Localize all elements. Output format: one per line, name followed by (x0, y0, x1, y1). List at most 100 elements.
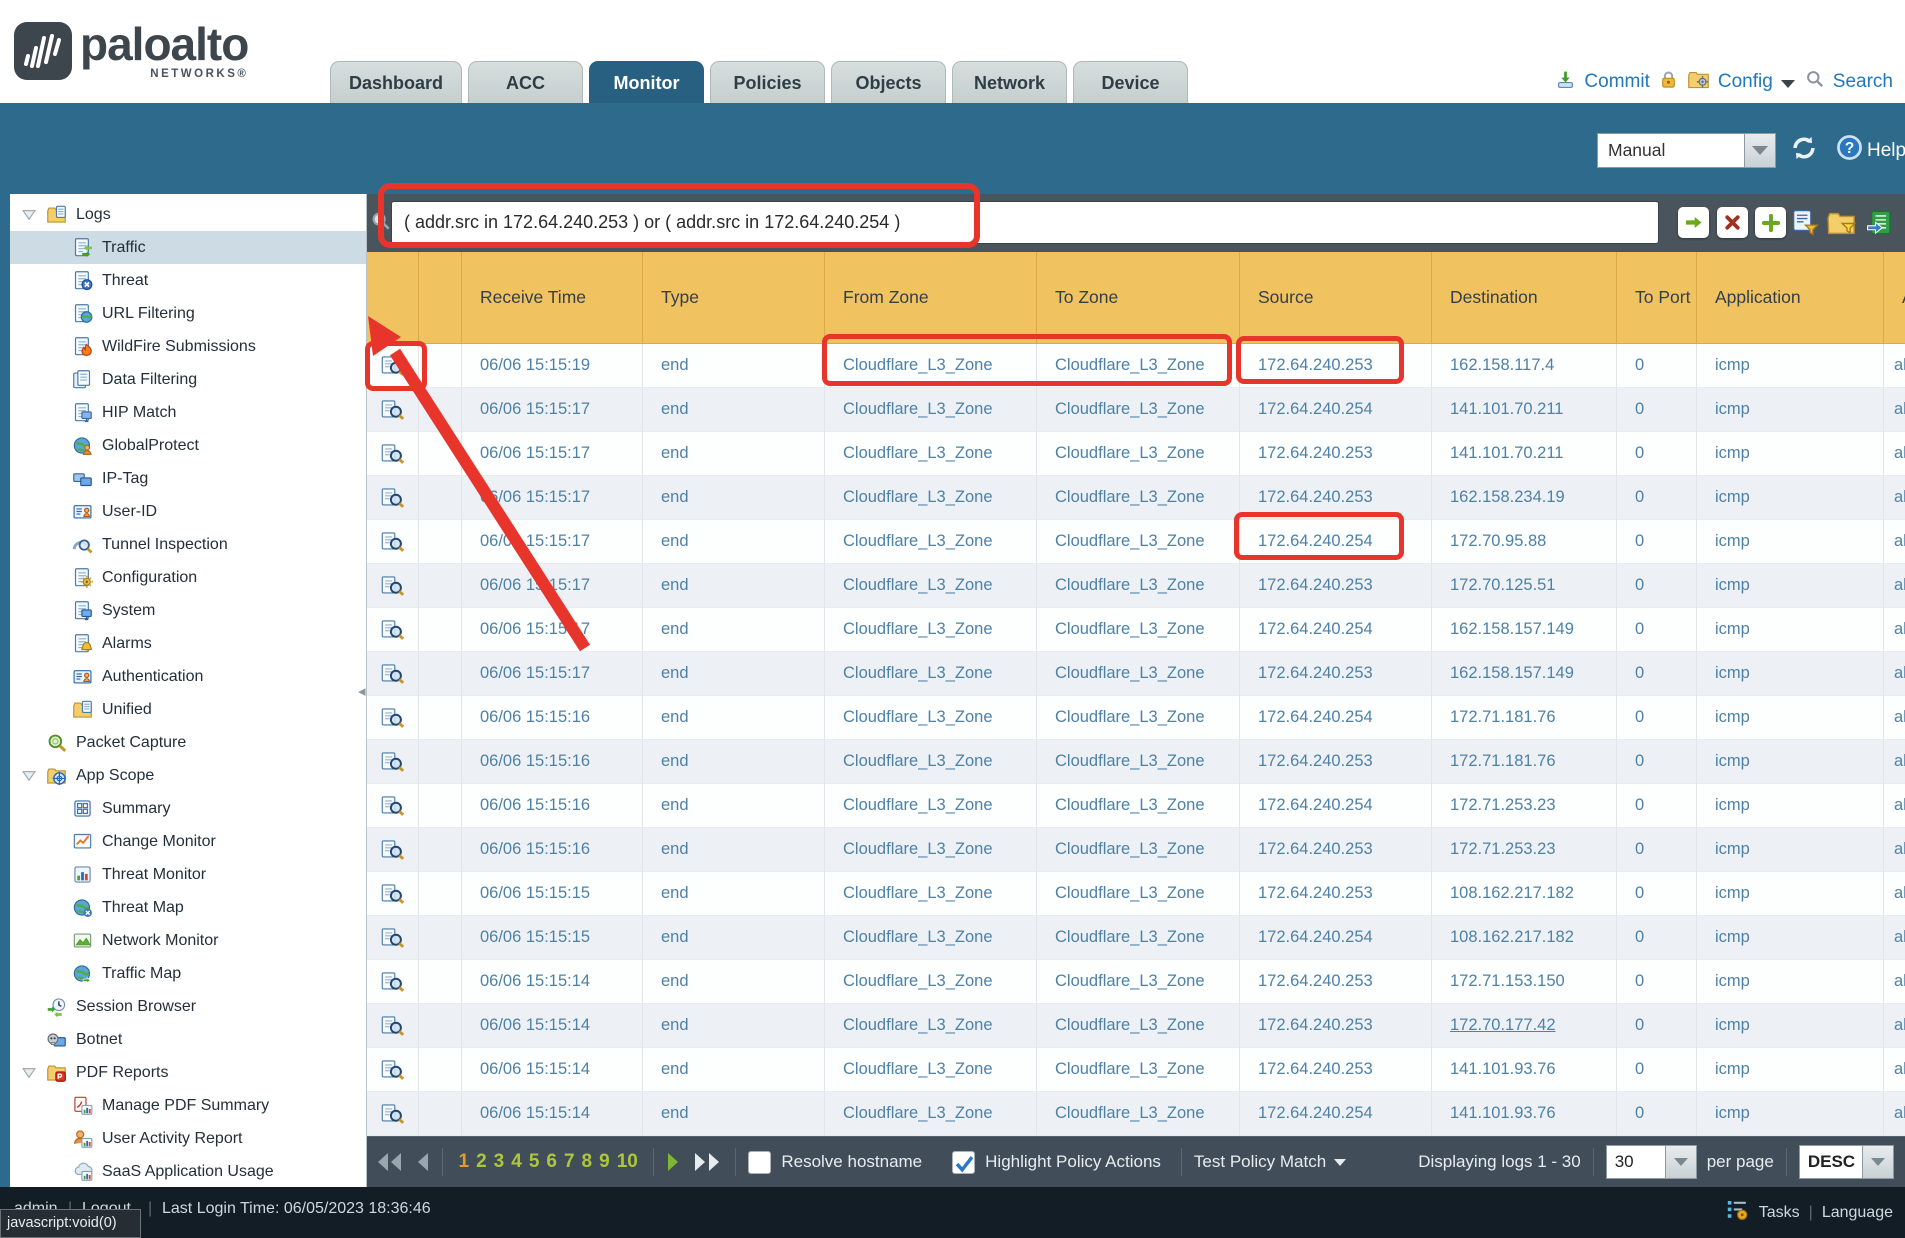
cell-value[interactable]: Cloudflare_L3_Zone (843, 884, 993, 903)
cell-value[interactable]: Cloudflare_L3_Zone (1055, 928, 1205, 947)
per-page-select[interactable]: 30 (1606, 1145, 1666, 1179)
cell-value[interactable]: allow (1894, 884, 1905, 903)
cell-value[interactable]: 0 (1635, 708, 1644, 727)
cell-value[interactable]: Cloudflare_L3_Zone (1055, 752, 1205, 771)
cell-value[interactable]: Cloudflare_L3_Zone (1055, 664, 1205, 683)
cell-value[interactable]: 0 (1635, 664, 1644, 683)
cell-value[interactable]: end (661, 620, 689, 639)
tree-expand-icon[interactable] (22, 769, 36, 781)
cell-value[interactable]: 0 (1635, 796, 1644, 815)
cell-value[interactable]: allow (1894, 972, 1905, 991)
cell-value[interactable]: 06/06 15:15:14 (480, 1060, 590, 1079)
column-header-application[interactable]: Application (1697, 252, 1884, 343)
config-caret-icon[interactable] (1781, 80, 1795, 88)
cell-value[interactable]: 162.158.234.19 (1450, 488, 1565, 507)
cell-value[interactable]: Cloudflare_L3_Zone (1055, 620, 1205, 639)
sort-order-dropdown-button[interactable] (1863, 1145, 1894, 1179)
log-detail-icon[interactable] (367, 388, 419, 432)
page-number-3[interactable]: 3 (494, 1151, 505, 1173)
column-header-to-zone[interactable]: To Zone (1037, 252, 1240, 343)
cell-value[interactable]: allow (1894, 664, 1905, 683)
cell-value[interactable]: icmp (1715, 1104, 1750, 1123)
cell-value[interactable]: Cloudflare_L3_Zone (843, 708, 993, 727)
sidebar-item-pdf-reports[interactable]: PDF Reports (10, 1056, 366, 1089)
log-detail-icon[interactable] (367, 1092, 419, 1136)
cell-value[interactable]: icmp (1715, 840, 1750, 859)
page-number-8[interactable]: 8 (582, 1151, 593, 1173)
page-number-10[interactable]: 10 (617, 1151, 638, 1173)
cell-value[interactable]: allow (1894, 576, 1905, 595)
sidebar-item-unified[interactable]: Unified (10, 693, 366, 726)
first-page-button[interactable] (375, 1151, 405, 1173)
cell-value[interactable]: 162.158.117.4 (1450, 356, 1554, 375)
cell-value[interactable]: 06/06 15:15:17 (480, 620, 590, 639)
cell-value[interactable]: 0 (1635, 1060, 1644, 1079)
sidebar-item-traffic-map[interactable]: Traffic Map (10, 957, 366, 990)
cell-value[interactable]: end (661, 972, 689, 991)
cell-value[interactable]: Cloudflare_L3_Zone (843, 1104, 993, 1123)
help-link[interactable]: ? Help (1836, 134, 1905, 167)
log-detail-icon[interactable] (367, 696, 419, 740)
log-detail-icon[interactable] (367, 344, 419, 388)
sidebar-item-configuration[interactable]: Configuration (10, 561, 366, 594)
cell-value[interactable]: Cloudflare_L3_Zone (843, 576, 993, 595)
cell-value[interactable]: 172.64.240.254 (1258, 708, 1373, 727)
log-detail-icon[interactable] (367, 784, 419, 828)
refresh-mode-select[interactable]: Manual (1597, 133, 1745, 168)
tab-policies[interactable]: Policies (710, 61, 825, 103)
cell-value[interactable]: 0 (1635, 840, 1644, 859)
log-detail-icon[interactable] (367, 960, 419, 1004)
cell-value[interactable]: 172.64.240.253 (1258, 752, 1373, 771)
cell-value[interactable]: Cloudflare_L3_Zone (843, 532, 993, 551)
cell-value[interactable]: 172.64.240.253 (1258, 664, 1373, 683)
tree-expand-icon[interactable] (22, 208, 36, 220)
cell-value[interactable]: allow (1894, 620, 1905, 639)
cell-value[interactable]: end (661, 356, 689, 375)
cell-value[interactable]: icmp (1715, 444, 1750, 463)
cell-value[interactable]: Cloudflare_L3_Zone (1055, 576, 1205, 595)
tab-objects[interactable]: Objects (831, 61, 946, 103)
cell-value[interactable]: end (661, 532, 689, 551)
cell-value[interactable]: icmp (1715, 884, 1750, 903)
cell-value[interactable]: allow (1894, 1016, 1905, 1035)
log-detail-icon[interactable] (367, 828, 419, 872)
clear-filter-button[interactable] (1717, 207, 1748, 238)
cell-value[interactable]: Cloudflare_L3_Zone (1055, 444, 1205, 463)
sidebar-item-logs[interactable]: Logs (10, 198, 366, 231)
log-detail-icon[interactable] (367, 872, 419, 916)
cell-value[interactable]: end (661, 444, 689, 463)
column-header-receive-time[interactable]: Receive Time (462, 252, 643, 343)
cell-value[interactable]: icmp (1715, 400, 1750, 419)
cell-value[interactable]: allow (1894, 752, 1905, 771)
cell-value[interactable]: end (661, 1104, 689, 1123)
tab-acc[interactable]: ACC (468, 61, 583, 103)
highlight-policy-actions-checkbox[interactable] (952, 1151, 975, 1174)
sidebar-item-alarms[interactable]: Alarms (10, 627, 366, 660)
per-page-dropdown-button[interactable] (1666, 1145, 1697, 1179)
cell-value[interactable]: 06/06 15:15:16 (480, 708, 590, 727)
cell-value[interactable]: allow (1894, 400, 1905, 419)
tree-expand-icon[interactable] (22, 1066, 36, 1078)
add-filter-button[interactable] (1755, 207, 1786, 238)
cell-value[interactable]: 172.70.125.51 (1450, 576, 1556, 595)
cell-value[interactable]: 172.64.240.253 (1258, 356, 1373, 375)
cell-value[interactable]: Cloudflare_L3_Zone (843, 1016, 993, 1035)
resolve-hostname-checkbox[interactable] (748, 1151, 771, 1174)
cell-value[interactable]: 141.101.93.76 (1450, 1104, 1556, 1123)
cell-value[interactable]: allow (1894, 928, 1905, 947)
log-detail-icon[interactable] (367, 740, 419, 784)
cell-value[interactable]: 172.70.177.42 (1450, 1016, 1556, 1035)
cell-value[interactable]: 172.64.240.253 (1258, 840, 1373, 859)
cell-value[interactable]: 0 (1635, 928, 1644, 947)
cell-value[interactable]: Cloudflare_L3_Zone (843, 752, 993, 771)
search-button[interactable]: Search (1833, 71, 1893, 93)
tab-dashboard[interactable]: Dashboard (330, 61, 462, 103)
cell-value[interactable]: icmp (1715, 576, 1750, 595)
page-number-1[interactable]: 1 (459, 1151, 470, 1173)
cell-value[interactable]: Cloudflare_L3_Zone (843, 840, 993, 859)
column-header-source[interactable]: Source (1240, 252, 1432, 343)
cell-value[interactable]: 172.64.240.253 (1258, 488, 1373, 507)
column-header-to-port[interactable]: To Port (1617, 252, 1697, 343)
cell-value[interactable]: 06/06 15:15:14 (480, 972, 590, 991)
cell-value[interactable]: Cloudflare_L3_Zone (843, 620, 993, 639)
